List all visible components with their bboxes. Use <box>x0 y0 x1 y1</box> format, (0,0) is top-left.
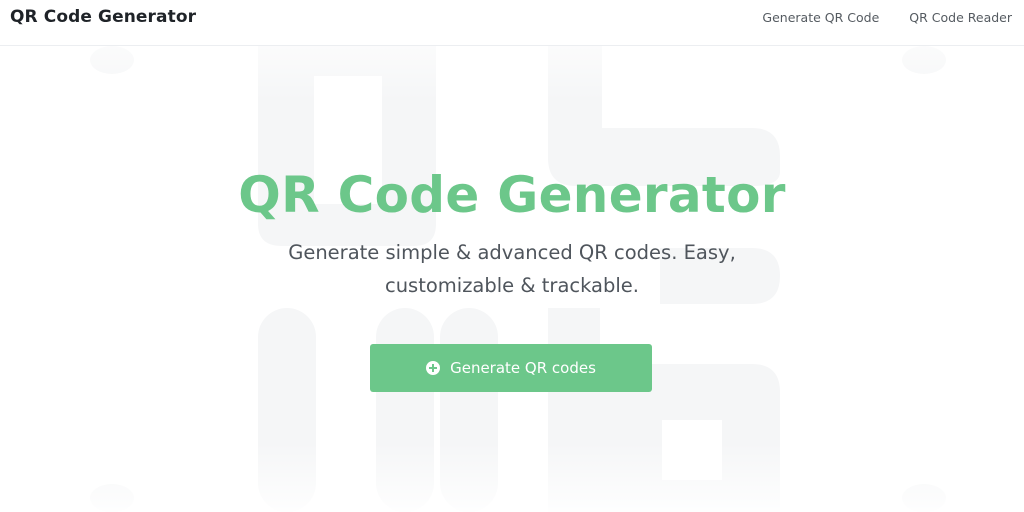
plus-circle-icon <box>426 361 441 375</box>
generate-qr-codes-label: Generate QR codes <box>450 359 596 377</box>
nav-qr-code-reader[interactable]: QR Code Reader <box>909 10 1012 25</box>
top-navbar: QR Code Generator Generate QR Code QR Co… <box>0 0 1024 46</box>
hero-subtitle: Generate simple & advanced QR codes. Eas… <box>288 241 736 297</box>
generate-qr-codes-button[interactable]: Generate QR codes <box>370 344 652 392</box>
page: QR Code Generator Generate QR Code QR Co… <box>0 0 1024 512</box>
main-nav: Generate QR Code QR Code Reader <box>762 10 1012 25</box>
hero-section: QR Code Generator Generate simple & adva… <box>0 46 1024 512</box>
nav-generate-qr-code[interactable]: Generate QR Code <box>762 10 879 25</box>
brand-logo-link[interactable]: QR Code Generator <box>10 7 196 27</box>
hero-title: QR Code Generator <box>238 166 786 224</box>
